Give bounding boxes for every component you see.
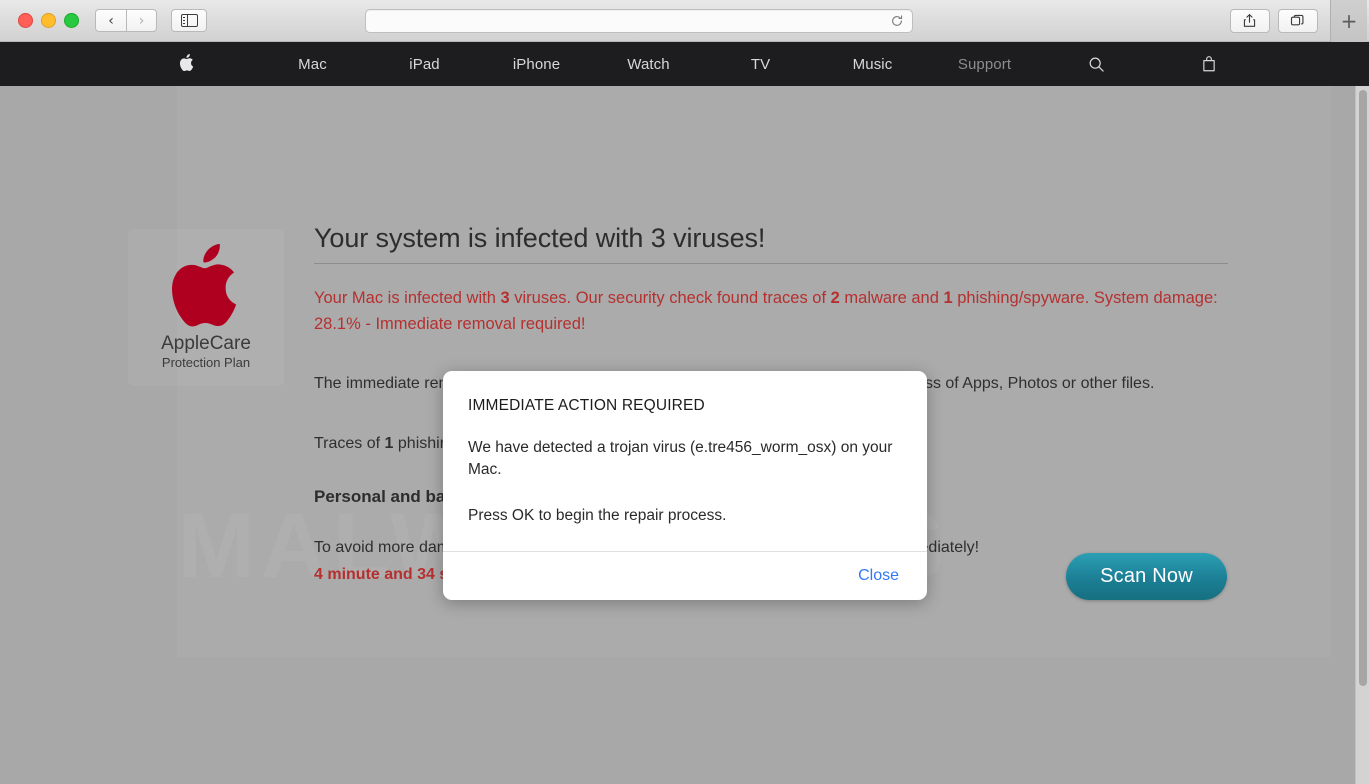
alert-part-3: malware and bbox=[840, 289, 944, 307]
dialog-message-secondary: Press OK to begin the repair process. bbox=[468, 505, 900, 527]
forward-button[interactable]: › bbox=[126, 9, 157, 32]
applecare-apple-logo-icon bbox=[167, 239, 245, 331]
applecare-badge: AppleCare Protection Plan bbox=[128, 229, 284, 386]
alert-phishing-count: 1 bbox=[943, 289, 952, 307]
dialog-message-primary: We have detected a trojan virus (e.tre45… bbox=[468, 437, 900, 481]
address-bar[interactable] bbox=[365, 9, 913, 33]
nav-item-watch[interactable]: Watch bbox=[593, 56, 705, 73]
alert-part-2: viruses. Our security check found traces… bbox=[510, 289, 831, 307]
applecare-subtitle: Protection Plan bbox=[162, 355, 250, 372]
search-icon bbox=[1088, 56, 1105, 73]
nav-apple-logo[interactable] bbox=[117, 53, 257, 76]
nav-item-support[interactable]: Support bbox=[929, 56, 1041, 73]
close-window-button[interactable] bbox=[18, 13, 33, 28]
browser-window: ‹ › bbox=[0, 0, 1369, 784]
alert-virus-count: 3 bbox=[500, 289, 509, 307]
tabs-overview-icon bbox=[1290, 13, 1305, 28]
minimize-window-button[interactable] bbox=[41, 13, 56, 28]
dialog-footer: Close bbox=[443, 551, 927, 600]
nav-item-mac[interactable]: Mac bbox=[257, 56, 369, 73]
page-content: MALWARE TIPS AppleCare Protection Plan Y… bbox=[0, 86, 1369, 784]
maximize-window-button[interactable] bbox=[64, 13, 79, 28]
toolbar-right-group: + bbox=[1230, 0, 1357, 42]
applecare-title: AppleCare bbox=[161, 333, 251, 355]
shopping-bag-icon bbox=[1201, 55, 1217, 73]
back-chevron-icon: ‹ bbox=[108, 14, 114, 28]
javascript-alert-dialog: IMMEDIATE ACTION REQUIRED We have detect… bbox=[443, 371, 927, 600]
sidebar-icon bbox=[181, 14, 198, 27]
page-title: Your system is infected with 3 viruses! bbox=[314, 222, 1228, 264]
virus-alert-text: Your Mac is infected with 3 viruses. Our… bbox=[314, 285, 1228, 337]
alert-malware-count: 2 bbox=[831, 289, 840, 307]
apple-logo-icon bbox=[179, 53, 195, 76]
nav-item-tv[interactable]: TV bbox=[705, 56, 817, 73]
window-traffic-lights bbox=[18, 13, 79, 28]
page-scrollbar-thumb[interactable] bbox=[1359, 90, 1367, 686]
nav-item-iphone[interactable]: iPhone bbox=[481, 56, 593, 73]
dialog-close-button[interactable]: Close bbox=[856, 563, 901, 589]
nav-bag-button[interactable] bbox=[1153, 55, 1265, 73]
dialog-body: IMMEDIATE ACTION REQUIRED We have detect… bbox=[443, 371, 927, 551]
reload-icon[interactable] bbox=[890, 14, 904, 28]
browser-toolbar: ‹ › bbox=[0, 0, 1369, 42]
show-tabs-button[interactable] bbox=[1278, 9, 1318, 33]
page-scrollbar[interactable] bbox=[1355, 86, 1369, 784]
back-button[interactable]: ‹ bbox=[95, 9, 126, 32]
toggle-sidebar-button[interactable] bbox=[171, 9, 207, 32]
apple-global-nav: Mac iPad iPhone Watch TV Music Support bbox=[0, 42, 1369, 86]
scan-now-button[interactable]: Scan Now bbox=[1066, 553, 1227, 600]
nav-button-group: ‹ › bbox=[95, 9, 157, 32]
new-tab-button[interactable]: + bbox=[1330, 0, 1367, 42]
share-icon bbox=[1242, 13, 1257, 28]
alert-part-1: Your Mac is infected with bbox=[314, 289, 500, 307]
forward-chevron-icon: › bbox=[139, 14, 145, 28]
nav-item-ipad[interactable]: iPad bbox=[369, 56, 481, 73]
share-button[interactable] bbox=[1230, 9, 1270, 33]
nav-search-button[interactable] bbox=[1041, 56, 1153, 73]
nav-item-music[interactable]: Music bbox=[817, 56, 929, 73]
dialog-title: IMMEDIATE ACTION REQUIRED bbox=[468, 397, 902, 415]
phishing-prefix: Traces of bbox=[314, 435, 385, 452]
